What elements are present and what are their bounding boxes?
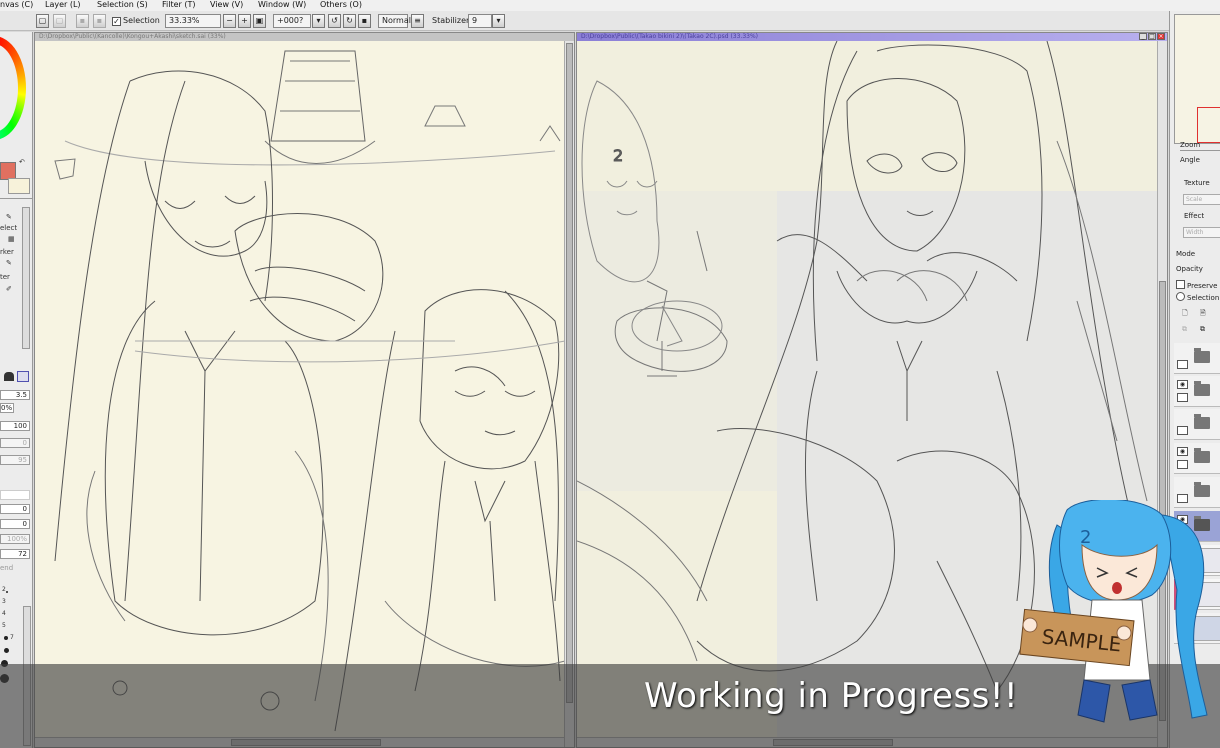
rotate-left-button[interactable]: ▾ bbox=[312, 14, 325, 28]
menu-view[interactable]: View (V) bbox=[210, 0, 243, 10]
brush-icon[interactable]: ✎ bbox=[6, 259, 12, 267]
tool-label-marker[interactable]: rker bbox=[0, 248, 14, 256]
effect-width-field[interactable]: Width bbox=[1183, 227, 1220, 238]
left-tool-panel: ↶ ✎ elect ▦ rker ✎ ter ✐ 3.5 0% 100 0 95… bbox=[0, 32, 33, 748]
layer-folder[interactable]: ◉ bbox=[1174, 376, 1220, 407]
zoom-out-button[interactable]: − bbox=[223, 14, 236, 28]
toolbar: ▢ ▢ ▪ ▪ ✓ Selection 33.33% − + ▣ +000? ▾ … bbox=[0, 11, 1220, 31]
stabilizer-select[interactable]: 9 bbox=[468, 14, 492, 28]
color-wheel[interactable] bbox=[0, 36, 26, 140]
flip-button[interactable]: ≡ bbox=[411, 14, 424, 28]
canvas-window-left[interactable]: D:\Dropbox\Public\(Kancolle)\Kongou+Akas… bbox=[34, 32, 575, 748]
rotate-cw-button[interactable]: ↻ bbox=[343, 14, 356, 28]
maximize-icon[interactable]: □ bbox=[1148, 33, 1156, 40]
blend-label: end bbox=[0, 564, 14, 572]
vertical-scrollbar-left[interactable] bbox=[564, 41, 574, 747]
svg-text:2: 2 bbox=[613, 146, 623, 165]
layer-folder[interactable] bbox=[1174, 343, 1220, 374]
eye-icon[interactable]: ◉ bbox=[1177, 447, 1188, 456]
menu-selection[interactable]: Selection (S) bbox=[97, 0, 148, 10]
brush-size-field[interactable]: 3.5 bbox=[0, 390, 30, 400]
menu-layer[interactable]: Layer (L) bbox=[45, 0, 81, 10]
minimize-icon[interactable]: _ bbox=[1139, 33, 1147, 40]
eye-icon[interactable]: ◉ bbox=[1177, 380, 1188, 389]
hide-selection-button[interactable]: ▪ bbox=[93, 14, 106, 28]
pen-icon[interactable]: ✎ bbox=[6, 213, 12, 221]
swap-colors-icon[interactable]: ↶ bbox=[19, 158, 25, 166]
rotate-reset-button[interactable]: ▪ bbox=[358, 14, 371, 28]
size-option[interactable]: 2 bbox=[0, 586, 30, 596]
sketch-artwork-left bbox=[54, 50, 566, 732]
menu-bar: nvas (C) Layer (L) Selection (S) Filter … bbox=[0, 0, 1220, 11]
blend-mode-select[interactable]: Normal bbox=[378, 14, 411, 28]
preserve-opacity-checkbox[interactable]: Preserve bbox=[1176, 280, 1217, 290]
zoom-label: Zoom bbox=[1180, 141, 1201, 149]
show-selection-button[interactable]: ▪ bbox=[76, 14, 89, 28]
param-field-5[interactable]: 100% bbox=[0, 534, 30, 544]
tool-list: ✎ elect ▦ rker ✎ ter ✐ bbox=[0, 198, 32, 349]
opacity-label: Opacity bbox=[1176, 265, 1203, 273]
clipping-selection-radio[interactable]: Selection bbox=[1176, 292, 1219, 302]
eraser-icon[interactable]: ✐ bbox=[6, 285, 12, 293]
layer-folder[interactable] bbox=[1174, 409, 1220, 440]
menu-others[interactable]: Others (O) bbox=[320, 0, 362, 10]
stabilizer-label: Stabilizer bbox=[432, 16, 470, 25]
folder-icon bbox=[1194, 482, 1210, 497]
window-controls: _ □ × bbox=[1139, 33, 1165, 41]
menu-window[interactable]: Window (W) bbox=[258, 0, 306, 10]
zoom-field[interactable]: 33.33% bbox=[165, 14, 221, 28]
new-layer-icon[interactable]: 🗋 bbox=[1182, 309, 1188, 320]
tool-label-water[interactable]: ter bbox=[0, 273, 10, 281]
new-linework-layer-icon[interactable]: 🗎 bbox=[1200, 309, 1206, 320]
brush-shape-icon[interactable] bbox=[4, 372, 14, 381]
texture-label: Texture bbox=[1184, 179, 1210, 187]
param-field-2[interactable]: 95 bbox=[0, 455, 30, 465]
tool-scrollbar[interactable] bbox=[22, 207, 30, 349]
checkbox-icon: ✓ bbox=[112, 17, 121, 26]
rotation-field[interactable]: +000? bbox=[273, 14, 311, 28]
layer-buttons: 🗋 🗎 ⧉ ⧉ bbox=[1180, 309, 1220, 345]
tool-label-select[interactable]: elect bbox=[0, 224, 17, 232]
folder-icon bbox=[1194, 448, 1210, 463]
merge-layer-icon[interactable]: ⧉ bbox=[1200, 325, 1205, 334]
selection-toggle[interactable]: ✓ Selection bbox=[112, 14, 160, 28]
mode-label: Mode bbox=[1176, 250, 1196, 258]
effect-label: Effect bbox=[1184, 212, 1205, 220]
zoom-reset-button[interactable]: ▣ bbox=[253, 14, 266, 28]
folder-icon bbox=[1194, 381, 1210, 396]
menu-filter[interactable]: Filter (T) bbox=[162, 0, 195, 10]
banner-text: Working in Progress!! bbox=[644, 676, 1019, 716]
close-icon[interactable]: × bbox=[1157, 33, 1165, 40]
rotate-ccw-button[interactable]: ↺ bbox=[328, 14, 341, 28]
canvas-title-right[interactable]: D:\Dropbox\Public\(Takao bikini 2)\(Taka… bbox=[577, 33, 1167, 41]
texture-scale-field[interactable]: Scale bbox=[1183, 194, 1220, 205]
zoom-in-button[interactable]: + bbox=[238, 14, 251, 28]
angle-label: Angle bbox=[1180, 156, 1200, 164]
grid-icon[interactable]: ▦ bbox=[8, 235, 15, 243]
navigator-preview[interactable] bbox=[1174, 14, 1220, 144]
brush-shape-row bbox=[0, 370, 32, 384]
param-field-4[interactable]: 0 bbox=[0, 519, 30, 529]
deselect-button[interactable]: ▢ bbox=[36, 14, 49, 28]
min-size-field[interactable]: 0% bbox=[0, 403, 14, 413]
navigator-viewport[interactable] bbox=[1197, 107, 1220, 143]
svg-text:2: 2 bbox=[1080, 527, 1091, 548]
density-field[interactable]: 100 bbox=[0, 421, 30, 431]
param-field-3[interactable]: 0 bbox=[0, 504, 30, 514]
param-field-1[interactable]: 0 bbox=[0, 438, 30, 448]
layer-folder[interactable]: ◉ bbox=[1174, 443, 1220, 474]
menu-canvas[interactable]: nvas (C) bbox=[0, 0, 33, 10]
blank-field[interactable] bbox=[0, 490, 30, 500]
folder-icon bbox=[1194, 348, 1210, 363]
brush-shape-selected-icon[interactable] bbox=[17, 371, 29, 382]
chevron-down-icon[interactable]: ▾ bbox=[492, 14, 505, 28]
copy-layer-icon[interactable]: ⧉ bbox=[1182, 325, 1187, 334]
background-color-swatch[interactable] bbox=[8, 178, 30, 194]
folder-icon bbox=[1194, 414, 1210, 429]
param-field-6[interactable]: 72 bbox=[0, 549, 30, 559]
canvas-title-left[interactable]: D:\Dropbox\Public\(Kancolle)\Kongou+Akas… bbox=[35, 33, 574, 41]
invert-selection-button[interactable]: ▢ bbox=[53, 14, 66, 28]
chibi-mascot: 2 SAMPLE bbox=[1019, 500, 1208, 723]
